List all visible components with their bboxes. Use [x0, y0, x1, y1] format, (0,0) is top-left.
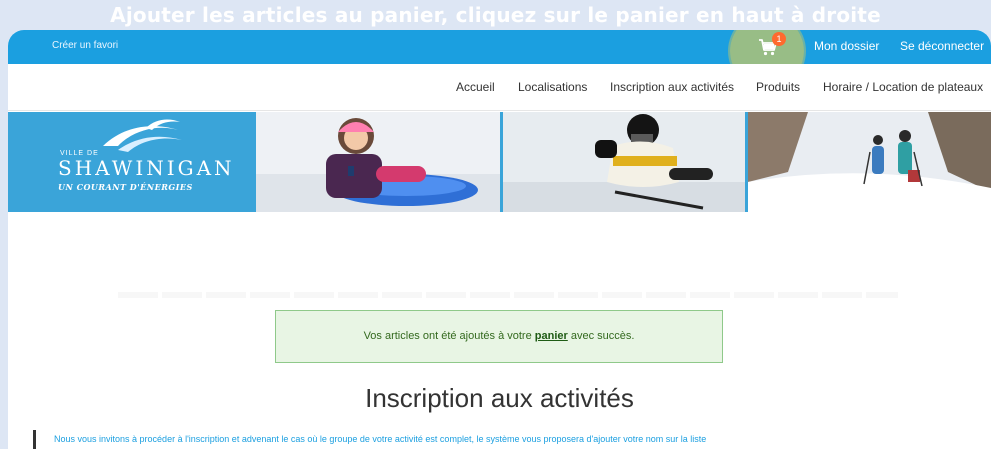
nav-item-produits[interactable]: Produits	[756, 80, 800, 94]
faint-decoration	[118, 292, 898, 298]
top-bar: Créer un favori 1 Mon dossier Se déconne…	[8, 30, 991, 88]
my-account-link[interactable]: Mon dossier	[814, 39, 879, 53]
browser-window: Créer un favori 1 Mon dossier Se déconne…	[8, 30, 991, 449]
city-tagline: UN COURANT D'ÉNERGIES	[58, 182, 193, 192]
nav-item-accueil[interactable]: Accueil	[456, 80, 495, 94]
nav-item-inscription[interactable]: Inscription aux activités	[610, 80, 734, 94]
create-favorite-link[interactable]: Créer un favori	[52, 40, 118, 51]
hockey-photo	[503, 112, 745, 212]
intro-text: Nous vous invitons à procéder à l'inscri…	[54, 434, 707, 444]
snowshoe-photo	[748, 112, 991, 212]
alert-text-before: Vos articles ont été ajoutés à votre	[363, 330, 535, 342]
sledding-photo	[256, 112, 500, 212]
alert-text-after: avec succès.	[567, 330, 635, 342]
cart-count-badge: 1	[772, 32, 786, 46]
panier-link[interactable]: panier	[535, 330, 568, 342]
nav-item-localisations[interactable]: Localisations	[518, 80, 587, 94]
logout-link[interactable]: Se déconnecter	[900, 39, 984, 53]
success-alert: Vos articles ont été ajoutés à votre pan…	[275, 310, 723, 363]
page-title: Inscription aux activités	[365, 383, 634, 413]
wave-logo-icon	[103, 119, 182, 152]
main-nav: Accueil Localisations Inscription aux ac…	[8, 64, 991, 111]
overlay-heading: Ajouter les articles au panier, cliquez …	[110, 3, 881, 27]
city-name: SHAWINIGAN	[58, 156, 235, 180]
nav-item-horaire[interactable]: Horaire / Location de plateaux	[823, 80, 983, 94]
header-banner: VILLE DE SHAWINIGAN UN COURANT D'ÉNERGIE…	[8, 112, 991, 212]
text-cursor	[33, 430, 36, 449]
city-logo[interactable]: VILLE DE SHAWINIGAN UN COURANT D'ÉNERGIE…	[8, 112, 256, 212]
